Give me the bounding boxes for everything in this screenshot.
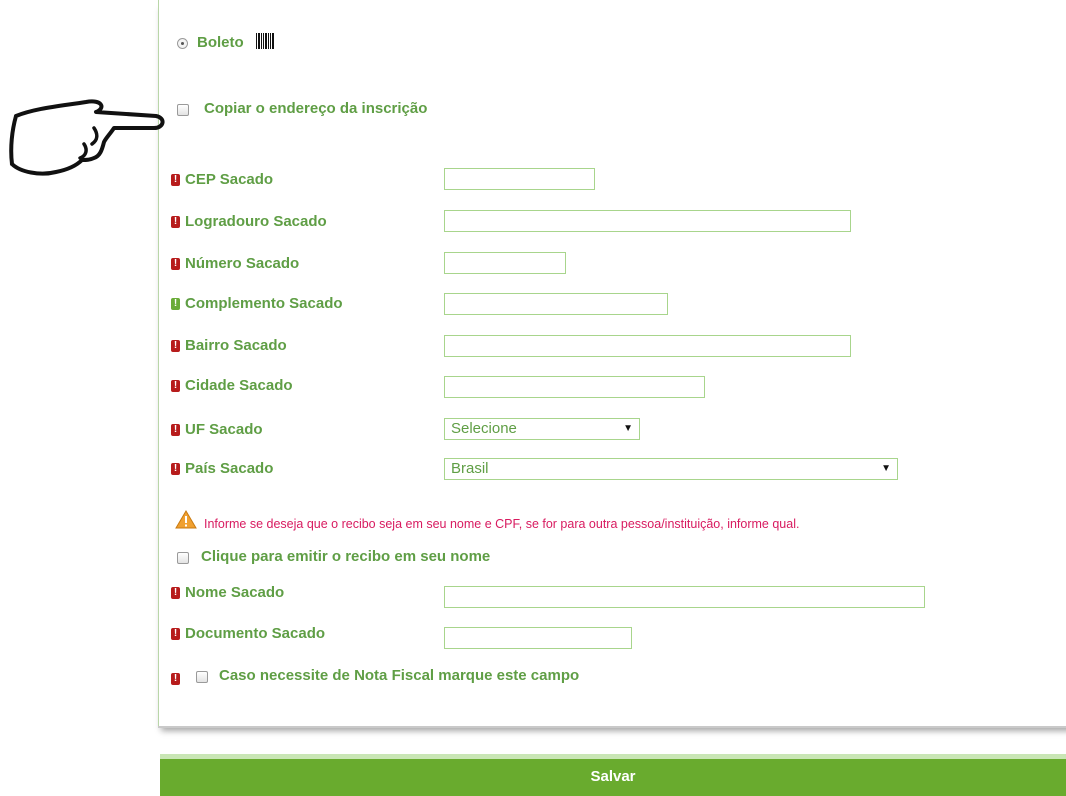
documento-label: Documento Sacado: [185, 625, 326, 642]
logradouro-label: Logradouro Sacado: [185, 213, 327, 230]
dropdown-arrow-icon: ▼: [623, 423, 633, 434]
required-exclamation-icon: !: [171, 340, 180, 352]
required-exclamation-icon: !: [171, 216, 180, 228]
documento-input[interactable]: [444, 627, 632, 649]
invoice-label: Caso necessite de Nota Fiscal marque est…: [219, 667, 580, 684]
cep-label: CEP Sacado: [185, 171, 274, 188]
uf-select[interactable]: Selecione ▼: [444, 418, 640, 440]
copy-address-label: Copiar o endereço da inscrição: [204, 100, 428, 117]
required-exclamation-icon: !: [171, 463, 180, 475]
required-exclamation-icon: !: [171, 628, 180, 640]
required-exclamation-icon: !: [171, 380, 180, 392]
bairro-label: Bairro Sacado: [185, 337, 287, 354]
nome-input[interactable]: [444, 586, 925, 608]
pais-select-value: Brasil: [451, 460, 489, 477]
nome-label: Nome Sacado: [185, 584, 285, 601]
cidade-input[interactable]: [444, 376, 705, 398]
pais-select[interactable]: Brasil ▼: [444, 458, 898, 480]
save-button[interactable]: Salvar: [160, 754, 1066, 796]
numero-input[interactable]: [444, 252, 566, 274]
complemento-input[interactable]: [444, 293, 668, 315]
boleto-label: Boleto: [197, 34, 244, 51]
required-exclamation-icon: !: [171, 587, 180, 599]
numero-label: Número Sacado: [185, 255, 300, 272]
pointing-hand-icon: [9, 99, 165, 176]
complemento-label: Complemento Sacado: [185, 295, 343, 312]
required-exclamation-icon: !: [171, 258, 180, 270]
cidade-label: Cidade Sacado: [185, 377, 293, 394]
receipt-checkbox[interactable]: [177, 552, 189, 564]
logradouro-input[interactable]: [444, 210, 851, 232]
cep-input[interactable]: [444, 168, 595, 190]
receipt-label: Clique para emitir o recibo em seu nome: [201, 548, 491, 565]
boleto-radio[interactable]: [177, 38, 188, 49]
invoice-checkbox[interactable]: [196, 671, 208, 683]
uf-select-value: Selecione: [451, 420, 517, 437]
barcode-icon: [256, 33, 274, 49]
uf-label: UF Sacado: [185, 421, 263, 438]
copy-address-checkbox[interactable]: [177, 104, 189, 116]
receipt-notice-text: Informe se deseja que o recibo seja em s…: [204, 517, 800, 531]
required-exclamation-icon: !: [171, 424, 180, 436]
optional-exclamation-icon: !: [171, 298, 180, 310]
required-exclamation-icon: !: [171, 673, 180, 685]
bairro-input[interactable]: [444, 335, 851, 357]
warning-triangle-icon: [175, 510, 197, 529]
pais-label: País Sacado: [185, 460, 274, 477]
required-exclamation-icon: !: [171, 174, 180, 186]
panel-bottom-border: [158, 726, 1066, 728]
dropdown-arrow-icon: ▼: [881, 463, 891, 474]
